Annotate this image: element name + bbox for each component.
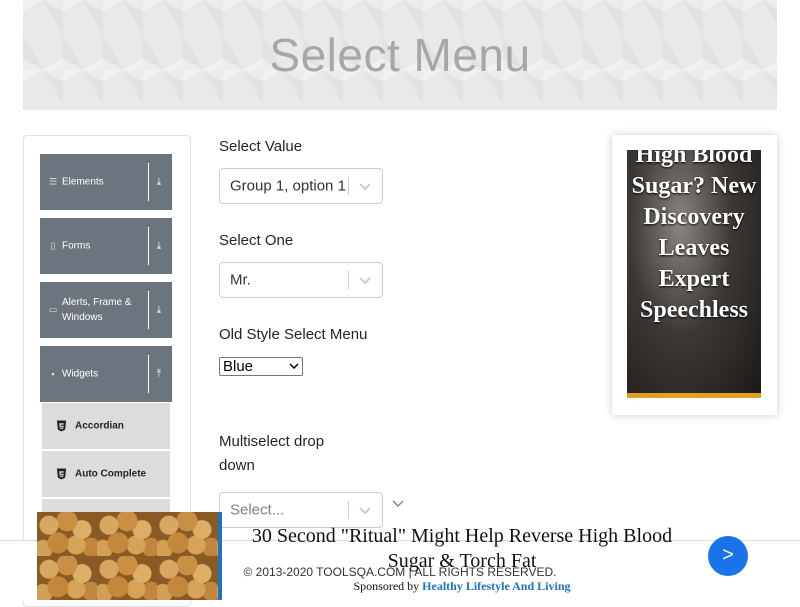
divider <box>148 163 149 201</box>
divider <box>348 271 349 289</box>
sidebar-group-elements[interactable]: ☰ Elements ⤓ <box>40 154 172 210</box>
sidebar-item-auto-complete[interactable]: Auto Complete <box>42 451 170 497</box>
ad-sponsor: Sponsored by Healthy Lifestyle And Livin… <box>242 579 682 594</box>
multiselect-label: Multiselect drop down <box>219 433 325 474</box>
old-style-label: Old Style Select Menu <box>219 326 368 343</box>
sidebar-group-label: Alerts, Frame & Windows <box>62 297 132 323</box>
divider <box>148 291 149 329</box>
ad-edge <box>218 512 222 600</box>
html5-icon <box>56 468 67 480</box>
sidebar-group-label: Widgets <box>62 368 99 380</box>
expand-icon[interactable]: ⤓ <box>152 305 166 316</box>
chevron-down-icon[interactable] <box>358 273 372 287</box>
form-icon: ▯ <box>50 240 56 251</box>
ad-next-button[interactable]: > <box>708 536 748 576</box>
select-value-dropdown[interactable]: Group 1, option 1 <box>219 168 383 204</box>
chevron-down-icon <box>289 363 299 370</box>
side-advertisement[interactable]: High Blood Sugar? New Discovery Leaves E… <box>612 135 777 415</box>
html5-icon <box>56 420 67 432</box>
window-icon: ▭ <box>48 304 58 315</box>
sidebar-group-widgets[interactable]: ▪ Widgets ⤒ <box>40 346 172 402</box>
sidebar-item-label: Accordian <box>75 420 124 432</box>
expand-icon[interactable]: ⤓ <box>152 177 166 188</box>
sidebar-item-accordian[interactable]: Accordian <box>42 403 170 449</box>
chevron-down-icon <box>392 500 404 508</box>
ad-accent-bar <box>627 393 761 398</box>
select-one-current: Mr. <box>230 271 251 289</box>
ad-image[interactable]: High Blood Sugar? New Discovery Leaves E… <box>627 150 761 398</box>
ad-headline[interactable]: 30 Second "Ritual" Might Help Reverse Hi… <box>242 524 682 574</box>
page-banner: Select Menu <box>23 0 777 110</box>
ad-thumbnail[interactable] <box>37 512 218 600</box>
sidebar-group-alerts[interactable]: ▭ Alerts, Frame & Windows ⤓ <box>40 282 172 338</box>
sidebar-item-label: Auto Complete <box>75 468 147 480</box>
select-one-label: Select One <box>219 232 294 249</box>
page-title: Select Menu <box>269 29 531 81</box>
bottom-advertisement[interactable]: 30 Second "Ritual" Might Help Reverse Hi… <box>37 512 800 600</box>
old-style-select[interactable]: Blue <box>219 357 303 376</box>
hamburger-icon: ☰ <box>48 176 58 187</box>
sponsor-link[interactable]: Healthy Lifestyle And Living <box>422 579 570 593</box>
divider <box>148 355 149 393</box>
sidebar-group-forms[interactable]: ▯ Forms ⤓ <box>40 218 172 274</box>
divider <box>348 177 349 195</box>
sponsor-prefix: Sponsored by <box>353 579 423 593</box>
ad-headline: High Blood Sugar? New Discovery Leaves E… <box>631 150 757 323</box>
sidebar-group-label: Forms <box>62 240 91 252</box>
collapse-icon[interactable]: ⤒ <box>152 369 166 380</box>
select-one-dropdown[interactable]: Mr. <box>219 262 383 298</box>
widgets-icon: ▪ <box>51 369 55 379</box>
divider <box>148 227 149 265</box>
select-value-current: Group 1, option 1 <box>230 177 346 195</box>
sidebar-group-label: Elements <box>62 176 104 188</box>
old-style-current: Blue <box>223 358 254 375</box>
expand-icon[interactable]: ⤓ <box>152 241 166 252</box>
chevron-down-icon[interactable] <box>358 179 372 193</box>
select-value-label: Select Value <box>219 138 303 155</box>
